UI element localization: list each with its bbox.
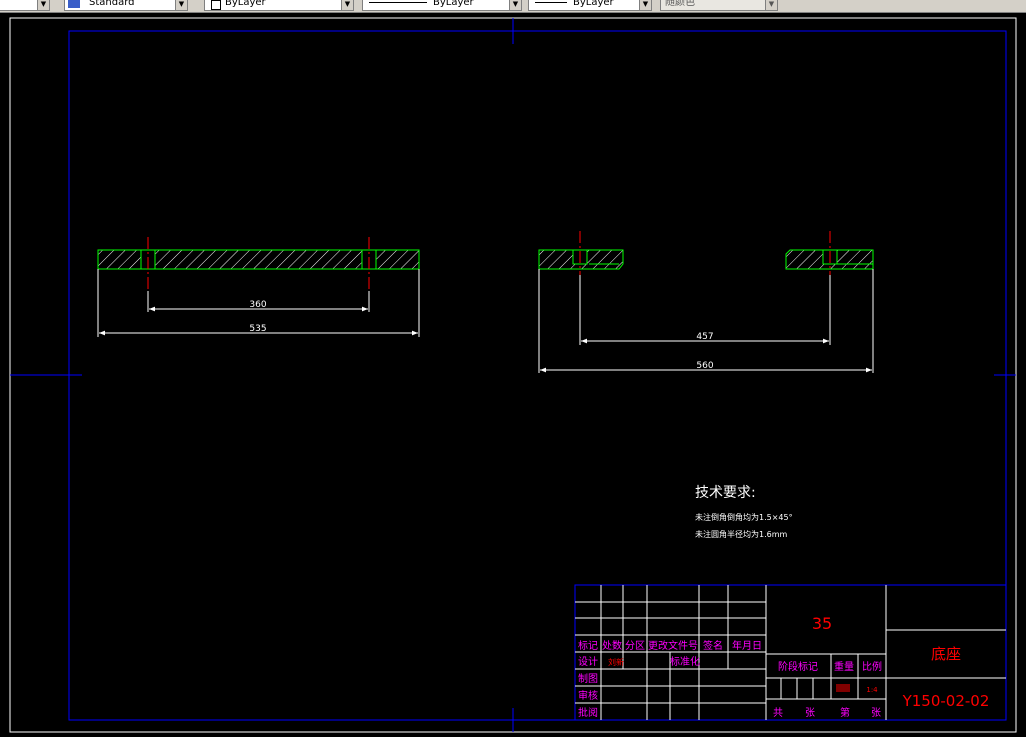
drawing-number-text: Y150-02-02 [902,692,990,710]
lineweight-select[interactable]: ByLayer ▼ [528,0,652,11]
stage-mark: 阶段标记 [778,660,818,673]
plot-style-value: 随颜色 [665,0,695,8]
drawing-svg: 360 535 457 560 技术要求: 未注倒角倒角均为1.5×45° 未注… [9,17,1017,733]
header-zone: 分区 [625,640,645,652]
chevron-down-icon[interactable]: ▼ [175,0,187,10]
row-check: 审核 [578,689,598,702]
weight-label: 重量 [834,660,854,673]
text-style-icon [68,0,80,8]
dimension-text: 457 [696,332,713,342]
layer-color-value: ByLayer [225,0,266,8]
chevron-down-icon[interactable]: ▼ [639,0,651,10]
chevron-down-icon[interactable]: ▼ [341,0,353,10]
section-view-1: 360 535 [97,237,420,337]
header-mark: 标记 [578,640,598,652]
text-style-dropdown[interactable]: ▼ [0,0,50,11]
plot-style-select[interactable]: 随颜色 ▼ [660,0,778,11]
linetype-sample-icon [369,2,427,3]
row-approve: 批阅 [578,706,598,719]
material-text: 35 [812,614,832,633]
dimension-text: 560 [696,361,713,371]
tech-line-1: 未注倒角倒角均为1.5×45° [695,512,793,522]
header-doc: 更改文件号 [648,639,698,652]
chevron-down-icon[interactable]: ▼ [509,0,521,10]
sheet2-label: 张 [871,707,881,719]
tech-heading: 技术要求: [695,485,756,501]
layer-color-select[interactable]: ByLayer ▼ [204,0,354,11]
row-draw: 制图 [578,672,598,685]
scale-value: 1:4 [866,686,878,694]
text-style-select[interactable]: Standard ▼ [64,0,188,11]
part-name-text: 底座 [931,645,961,663]
chevron-down-icon[interactable]: ▼ [765,0,777,10]
linetype-select[interactable]: ByLayer ▼ [362,0,522,11]
header-date: 年月日 [732,639,762,652]
dimension-text: 535 [249,324,266,334]
row-design-name: 刘新 [608,657,624,667]
color-swatch-icon [211,0,221,10]
row-std: 标准化 [670,655,700,668]
sheet-inner-border [68,30,1007,721]
tech-line-2: 未注圆角半径均为1.6mm [695,529,788,539]
header-sign: 签名 [703,639,723,652]
section-view-2: 457 560 [538,231,874,373]
scale-label: 比例 [862,660,882,673]
lineweight-value: ByLayer [573,0,614,8]
properties-toolbar: ▼ Standard ▼ ByLayer ▼ ByLayer ▼ ByLayer… [0,0,1026,13]
technical-requirements: 技术要求: 未注倒角倒角均为1.5×45° 未注圆角半径均为1.6mm [695,485,793,539]
row-design: 设计 [578,655,598,668]
weight-value-swatch [836,684,850,692]
linetype-value: ByLayer [433,0,474,8]
nth-label: 第 [840,706,850,719]
dimension-text: 360 [249,300,266,310]
lineweight-sample-icon [535,2,567,3]
total-label: 共 [773,707,783,719]
header-count: 处数 [602,639,622,652]
sheet-outer-border [9,17,1017,733]
drawing-canvas[interactable]: 360 535 457 560 技术要求: 未注倒角倒角均为1.5×45° 未注… [0,13,1026,737]
chevron-down-icon[interactable]: ▼ [37,0,49,10]
sheets-label: 张 [805,707,815,719]
text-style-value: Standard [89,0,135,8]
